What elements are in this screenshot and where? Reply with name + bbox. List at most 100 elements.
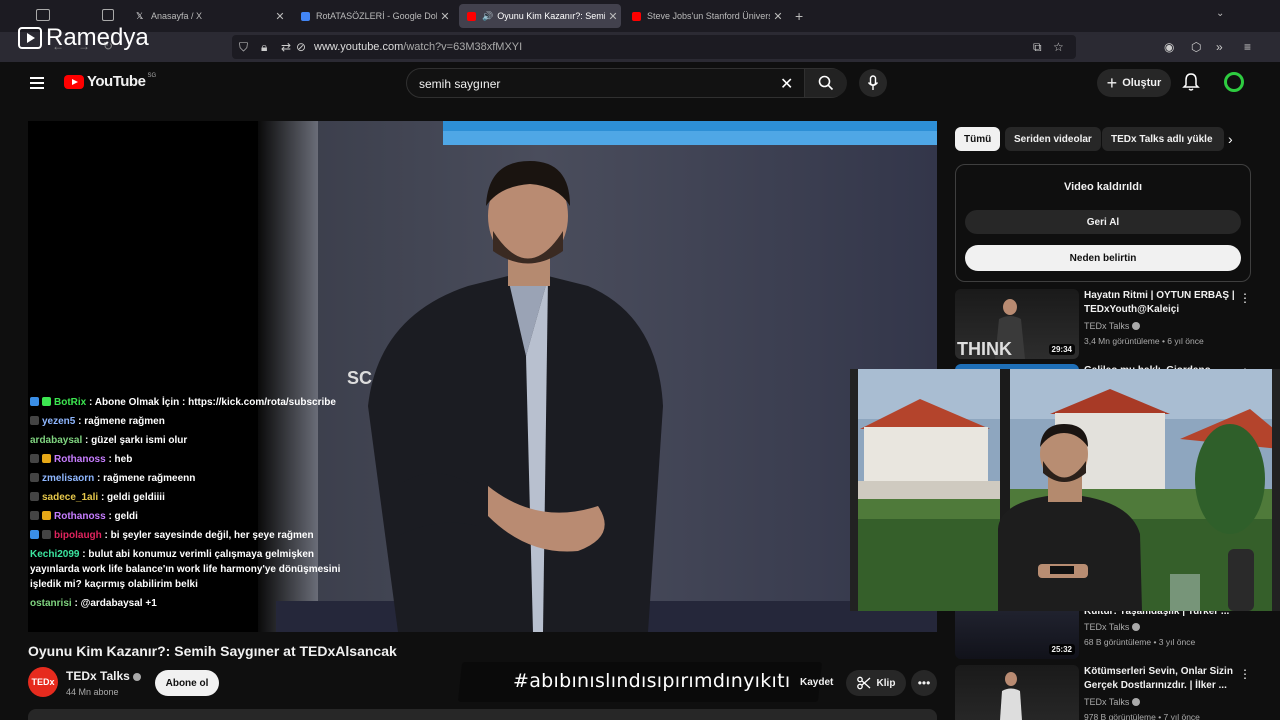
- country-code: SG: [147, 73, 157, 79]
- chat-username: zmelisaorn: [42, 473, 95, 484]
- chevron-right-icon[interactable]: ›: [1228, 131, 1233, 147]
- chat-username: yezen5: [42, 416, 76, 427]
- shield-icon[interactable]: ⛉: [239, 40, 248, 55]
- tab-youtube-steve-jobs[interactable]: Steve Jobs'un Stanford Üniversi ✕: [624, 4, 786, 28]
- chat-username: ostanrisi: [30, 598, 72, 609]
- blocked-icon[interactable]: ⊘: [296, 40, 306, 54]
- channel-avatar[interactable]: TEDx: [28, 667, 58, 697]
- new-tab-button[interactable]: +: [795, 8, 803, 24]
- channel-name[interactable]: TEDx Talks: [66, 669, 141, 683]
- chat-badge-icon: [30, 416, 39, 425]
- video-meta: 978 B görüntüleme • 7 yıl önce: [1084, 712, 1200, 720]
- search-box[interactable]: semih saygıner ✕: [406, 68, 847, 98]
- browser-tab-bar: 𝕏 Anasayfa / X ✕ RotATASÖZLERİ - Google …: [0, 0, 1280, 32]
- play-box-icon: [18, 27, 42, 49]
- webcam-scene: [850, 369, 1280, 611]
- notifications-bell-icon[interactable]: [1182, 72, 1200, 92]
- chat-message: ardabaysal : güzel şarkı ismi olur: [30, 431, 360, 450]
- chat-text: : @ardabaysal +1: [71, 598, 157, 609]
- video-removed-card: Video kaldırıldı Geri Al Neden belirtin: [955, 164, 1251, 282]
- recommended-video[interactable]: Kötümserleri Sevin, Onlar Sizin Gerçek D…: [955, 665, 1251, 720]
- create-button[interactable]: + Oluştur: [1097, 69, 1171, 97]
- picture-in-picture-icon[interactable]: ⧉: [1033, 40, 1042, 55]
- chat-badge-icon: [30, 530, 39, 539]
- more-vert-icon[interactable]: ⋮: [1239, 667, 1251, 681]
- tab-youtube-current[interactable]: 🔊 Oyunu Kim Kazanır?: Semih ✕: [459, 4, 621, 28]
- bookmark-star-icon[interactable]: ☆: [1053, 40, 1064, 54]
- menu-icon[interactable]: ≡: [1244, 40, 1251, 54]
- screen: 𝕏 Anasayfa / X ✕ RotATASÖZLERİ - Google …: [0, 0, 1280, 720]
- overflow-icon[interactable]: »: [1216, 40, 1223, 54]
- chat-text: : geldi: [105, 511, 138, 522]
- voice-search-button[interactable]: [859, 69, 887, 97]
- browser-toolbar: ← → ↻: [0, 32, 1280, 62]
- recommended-video[interactable]: THINK 29:34 Hayatın Ritmi | OYTUN ERBAŞ …: [955, 289, 1251, 359]
- tell-us-why-button[interactable]: Neden belirtin: [965, 245, 1241, 271]
- stream-chat: BotRix : Abone Olmak İçin : https://kick…: [30, 393, 360, 613]
- chat-message: Kechi2099 : bulut abi konumuz verimli ça…: [30, 545, 360, 594]
- close-tab-icon[interactable]: ✕: [437, 10, 453, 23]
- lock-icon[interactable]: 🔒︎: [261, 40, 267, 55]
- more-vert-icon[interactable]: ⋮: [1239, 291, 1251, 305]
- youtube-logo[interactable]: YouTube SG: [64, 73, 156, 90]
- chat-message: BotRix : Abone Olmak İçin : https://kick…: [30, 393, 360, 412]
- close-tab-icon[interactable]: ✕: [770, 10, 786, 23]
- tab-overview-icon[interactable]: [102, 9, 114, 21]
- search-input[interactable]: semih saygıner: [419, 77, 500, 91]
- subscribe-button[interactable]: Abone ol: [155, 670, 219, 696]
- tab-google-docs[interactable]: RotATASÖZLERİ - Google Doküm ✕: [293, 4, 453, 28]
- youtube-icon: [632, 11, 641, 21]
- stream-logo: Ramedya: [18, 24, 149, 52]
- more-actions-icon[interactable]: •••: [911, 670, 937, 696]
- recommended-video[interactable]: 25:32 Kültür: Yaşamdaşlık | Turker ... T…: [955, 605, 1251, 661]
- video-thumbnail[interactable]: THINK 29:34: [955, 289, 1079, 359]
- chat-text: : güzel şarkı ismi olur: [82, 435, 188, 446]
- extension-icon[interactable]: ◉: [1164, 40, 1174, 54]
- close-tab-icon[interactable]: ✕: [272, 10, 288, 23]
- microphone-icon: [867, 75, 879, 90]
- chip-series[interactable]: Seriden videolar: [1005, 127, 1101, 151]
- chat-message: ostanrisi : @ardabaysal +1: [30, 594, 360, 613]
- chip-all[interactable]: Tümü: [955, 127, 1001, 151]
- video-channel: TEDx Talks: [1084, 321, 1141, 331]
- tab-list-chevron-icon[interactable]: ⌄: [1216, 8, 1224, 19]
- undo-button[interactable]: Geri Al: [965, 210, 1241, 234]
- video-duration: 25:32: [1048, 644, 1075, 655]
- hashtag-overlay-text: #abıbınıslındısıpırımdınyıkıtı: [513, 670, 791, 692]
- save-button[interactable]: Kaydet: [800, 677, 833, 688]
- chat-message: Rothanoss : geldi: [30, 507, 360, 526]
- video-thumbnail[interactable]: [955, 665, 1079, 720]
- clear-search-icon[interactable]: ✕: [780, 74, 793, 94]
- sidebar-toggle-icon[interactable]: [36, 9, 50, 21]
- channel-logo-text: TEDx: [31, 677, 55, 687]
- clip-label: Klip: [876, 677, 896, 689]
- youtube-play-icon: [64, 74, 84, 89]
- chip-label: Seriden videolar: [1014, 133, 1092, 145]
- stage-screen-highlight: [443, 131, 937, 145]
- tab-title: RotATASÖZLERİ - Google Doküm: [316, 11, 437, 21]
- clip-button[interactable]: Klip: [846, 670, 906, 696]
- url-text[interactable]: www.youtube.com/watch?v=63M38xfMXYI: [314, 41, 522, 53]
- hamburger-menu-icon[interactable]: [30, 77, 44, 92]
- youtube-icon: [467, 11, 476, 21]
- tab-title: Anasayfa / X: [151, 11, 203, 21]
- account-avatar[interactable]: [1224, 72, 1244, 92]
- verified-icon: [1132, 623, 1141, 631]
- video-thumbnail[interactable]: 25:32: [955, 605, 1079, 659]
- verified-icon: [1132, 698, 1141, 706]
- permissions-icon[interactable]: ⇄: [281, 40, 291, 54]
- puzzle-icon[interactable]: ⬡: [1191, 40, 1201, 54]
- speaker-icon[interactable]: 🔊: [482, 11, 493, 22]
- close-tab-icon[interactable]: ✕: [605, 10, 621, 23]
- stage-sign-text: SC: [347, 368, 373, 388]
- search-button[interactable]: [804, 69, 847, 97]
- description-panel[interactable]: [28, 709, 937, 720]
- chip-channel-uploads[interactable]: TEDx Talks adlı yükle: [1102, 127, 1224, 151]
- chip-label: TEDx Talks adlı yükle: [1111, 133, 1213, 145]
- tab-title: Steve Jobs'un Stanford Üniversi: [647, 11, 770, 21]
- create-label: Oluştur: [1122, 77, 1162, 89]
- chat-username: BotRix: [54, 397, 87, 408]
- tab-x[interactable]: 𝕏 Anasayfa / X ✕: [128, 4, 288, 28]
- chat-username: bipolaugh: [54, 530, 102, 541]
- thumbnail-art: [1000, 672, 1022, 720]
